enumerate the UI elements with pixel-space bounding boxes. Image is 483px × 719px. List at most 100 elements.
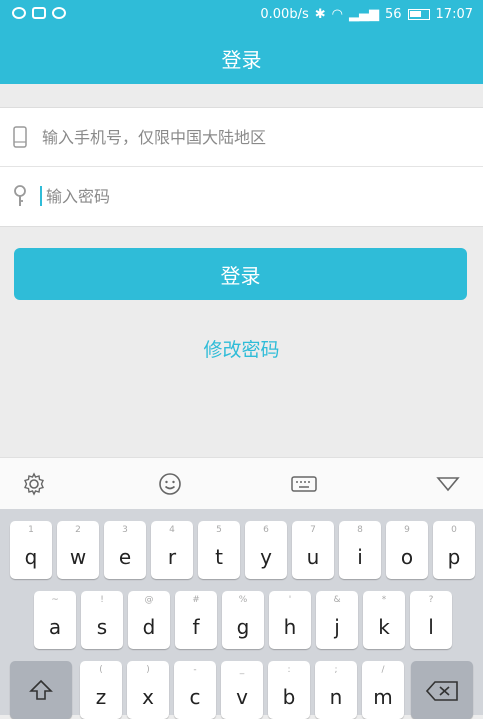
soft-keyboard: 1q2w3e4r5t6y7u8i9o0p ~ a! s @ d # f% g ' h & j * k? l …	[0, 509, 483, 719]
signal-value: 56	[384, 7, 402, 22]
key-hint: ~	[51, 595, 59, 605]
backspace-key[interactable]	[411, 661, 473, 719]
key-hint: )	[146, 665, 150, 675]
key-hint: _	[239, 665, 245, 675]
key-label: s	[96, 615, 108, 639]
key-label: c	[189, 685, 201, 709]
key-hint: &	[333, 595, 341, 605]
key-hint: (	[99, 665, 103, 675]
shift-key[interactable]	[10, 661, 72, 719]
key-q[interactable]: 1q	[10, 521, 52, 579]
key-hint: 0	[451, 525, 457, 535]
key-label: p	[447, 545, 461, 569]
key-label: n	[329, 685, 343, 709]
key-g[interactable]: % g	[222, 591, 264, 649]
key-hint: 4	[169, 525, 175, 535]
collapse-keyboard-icon[interactable]	[435, 471, 461, 497]
key-label: b	[282, 685, 296, 709]
key-u[interactable]: 7u	[292, 521, 334, 579]
text-cursor	[40, 186, 42, 206]
emoji-icon[interactable]	[157, 471, 183, 497]
key-label: v	[236, 685, 248, 709]
key-label: l	[428, 615, 434, 639]
key-o[interactable]: 9o	[386, 521, 428, 579]
key-label: e	[118, 545, 132, 569]
key-hint: /	[381, 665, 385, 675]
key-hint: ;	[334, 665, 338, 675]
battery-icon	[407, 9, 430, 20]
key-label: j	[334, 615, 340, 639]
key-a[interactable]: ~ a	[34, 591, 76, 649]
key-p[interactable]: 0p	[433, 521, 475, 579]
key-r[interactable]: 4r	[151, 521, 193, 579]
page-title: 登录	[221, 47, 262, 72]
key-label: o	[400, 545, 414, 569]
key-icon	[0, 185, 40, 207]
key-label: i	[357, 545, 363, 569]
key-n[interactable]: ; n	[315, 661, 357, 719]
key-m[interactable]: / m	[362, 661, 404, 719]
key-f[interactable]: # f	[175, 591, 217, 649]
key-e[interactable]: 3e	[104, 521, 146, 579]
app-bar: 登录	[0, 32, 483, 84]
key-hint: 7	[310, 525, 316, 535]
key-h[interactable]: ' h	[269, 591, 311, 649]
key-hint: 3	[122, 525, 128, 535]
chat-icon	[12, 7, 26, 19]
key-t[interactable]: 5t	[198, 521, 240, 579]
phone-icon	[0, 126, 40, 148]
key-hint: 5	[216, 525, 222, 535]
key-d[interactable]: @ d	[128, 591, 170, 649]
key-j[interactable]: & j	[316, 591, 358, 649]
key-v[interactable]: _ v	[221, 661, 263, 719]
key-hint: 8	[357, 525, 363, 535]
wifi-icon: ◠	[331, 7, 343, 22]
login-button[interactable]: 登录	[14, 248, 467, 300]
key-hint: *	[381, 595, 387, 605]
signal-icon: ▂▄▆	[348, 7, 379, 22]
key-w[interactable]: 2w	[57, 521, 99, 579]
key-c[interactable]: -c	[174, 661, 216, 719]
key-label: q	[24, 545, 38, 569]
key-hint: -	[193, 665, 197, 675]
keyboard-toolbar	[0, 457, 483, 510]
key-hint: 9	[404, 525, 410, 535]
key-b[interactable]: :b	[268, 661, 310, 719]
key-label: t	[215, 545, 223, 569]
status-bar: 0.00b/s ✱ ◠ ▂▄▆ 56 17:07	[0, 0, 483, 32]
key-label: y	[260, 545, 272, 569]
key-label: w	[69, 545, 87, 569]
key-hint: ?	[428, 595, 434, 605]
key-i[interactable]: 8i	[339, 521, 381, 579]
key-label: m	[373, 685, 393, 709]
net-speed: 0.00b/s	[260, 7, 309, 22]
key-x[interactable]: ) x	[127, 661, 169, 719]
key-l[interactable]: ? l	[410, 591, 452, 649]
key-hint: 1	[28, 525, 34, 535]
key-label: x	[142, 685, 154, 709]
key-y[interactable]: 6y	[245, 521, 287, 579]
password-row	[0, 167, 483, 225]
clock: 17:07	[435, 7, 473, 22]
password-input[interactable]	[44, 185, 448, 207]
key-label: g	[236, 615, 250, 639]
phone-input[interactable]	[40, 126, 444, 148]
status-icons: 0.00b/s ✱ ◠ ▂▄▆ 56 17:07	[260, 7, 473, 22]
key-k[interactable]: * k	[363, 591, 405, 649]
key-hint: @	[144, 595, 154, 605]
key-hint: %	[238, 595, 248, 605]
key-hint: #	[192, 595, 200, 605]
key-z[interactable]: (z	[80, 661, 122, 719]
image-icon	[32, 7, 46, 19]
key-s[interactable]: ! s	[81, 591, 123, 649]
login-form	[0, 107, 483, 227]
key-hint: 6	[263, 525, 269, 535]
phone-row	[0, 108, 483, 167]
key-label: r	[167, 545, 177, 569]
keyboard-switch-icon[interactable]	[291, 471, 317, 497]
change-password-link[interactable]: 修改密码	[0, 335, 483, 362]
key-label: f	[192, 615, 200, 639]
key-label: h	[283, 615, 297, 639]
notification-icons	[12, 7, 66, 19]
settings-gear-icon[interactable]	[21, 471, 47, 497]
